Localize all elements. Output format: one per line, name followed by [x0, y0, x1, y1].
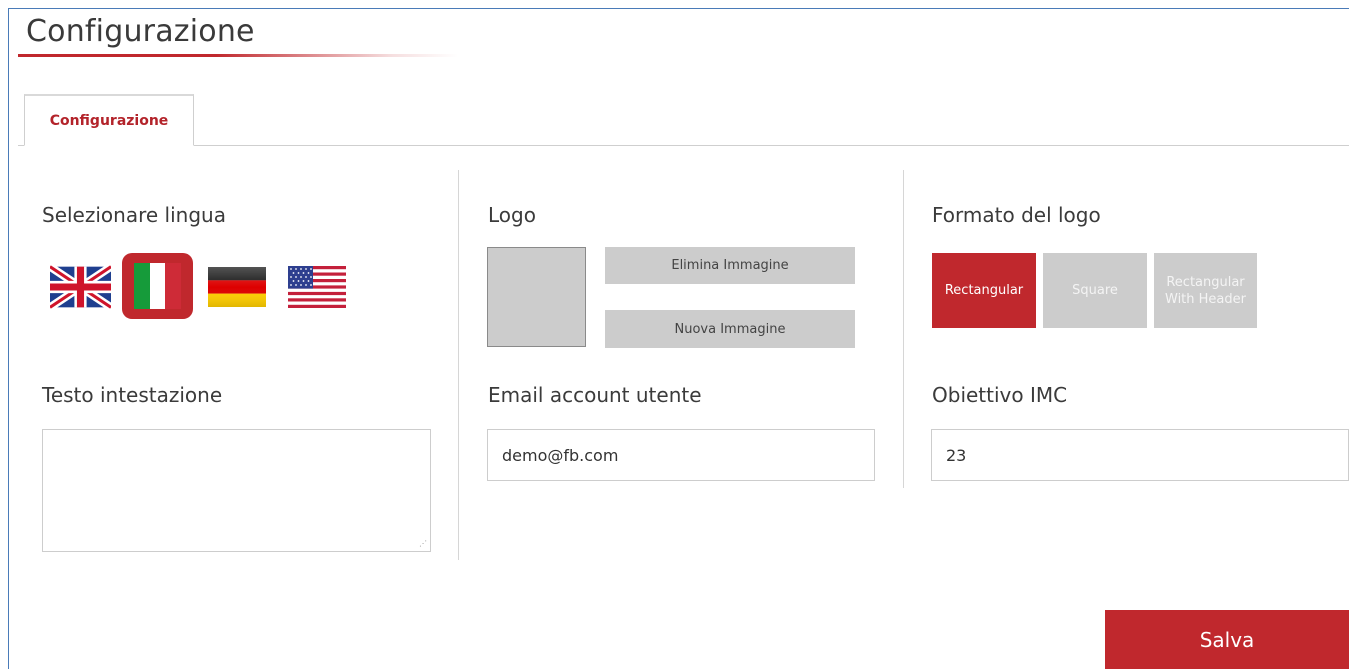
format-square-button[interactable]: Square [1043, 253, 1147, 328]
window-frame-top [8, 8, 1349, 9]
italy-flag-icon[interactable] [134, 263, 181, 309]
uk-flag-icon[interactable] [47, 263, 114, 311]
usa-flag-icon[interactable] [288, 266, 346, 308]
tab-configurazione[interactable]: Configurazione [24, 94, 194, 146]
email-input[interactable]: demo@fb.com [487, 429, 875, 481]
logo-preview [487, 247, 586, 347]
window-frame-left [8, 8, 9, 669]
header-text-input[interactable]: ⋰ [42, 429, 431, 552]
germany-flag-icon[interactable] [208, 267, 266, 307]
header-text-label: Testo intestazione [42, 383, 223, 407]
column-divider [903, 170, 904, 488]
logo-label: Logo [488, 203, 536, 227]
save-button[interactable]: Salva [1105, 610, 1349, 669]
email-label: Email account utente [488, 383, 702, 407]
tab-bar [18, 145, 1349, 146]
format-rectangular-header-button[interactable]: Rectangular With Header [1154, 253, 1257, 328]
resize-grip-icon[interactable]: ⋰ [419, 540, 427, 548]
language-label: Selezionare lingua [42, 203, 226, 227]
page-title: Configurazione [26, 14, 255, 49]
bmi-target-label: Obiettivo IMC [932, 383, 1068, 407]
title-underline [18, 54, 458, 57]
bmi-target-input[interactable]: 23 [931, 429, 1349, 481]
logo-format-label: Formato del logo [932, 203, 1101, 227]
format-rectangular-button[interactable]: Rectangular [932, 253, 1036, 328]
delete-image-button[interactable]: Elimina Immagine [605, 247, 855, 284]
column-divider [458, 170, 459, 560]
new-image-button[interactable]: Nuova Immagine [605, 310, 855, 348]
